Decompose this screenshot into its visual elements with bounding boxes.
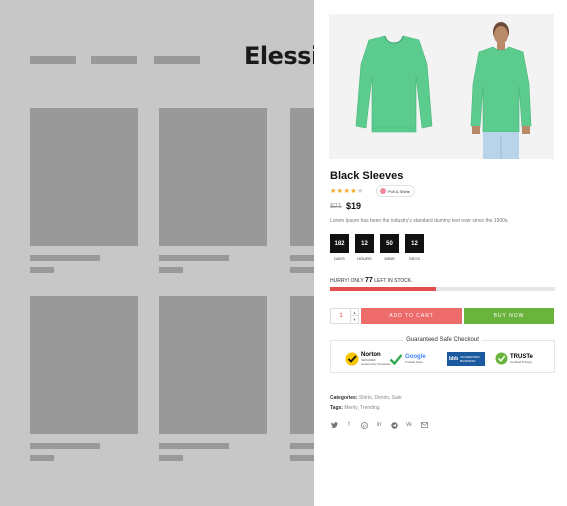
email-icon[interactable] [420, 421, 428, 429]
buy-now-button[interactable]: BUY NOW [464, 308, 554, 324]
category-link[interactable]: Sale [392, 395, 402, 401]
sweater-flat-image [355, 35, 433, 133]
countdown-mins: 50 MINS [380, 234, 399, 261]
pinterest-icon[interactable]: p [360, 421, 368, 429]
linkedin-icon[interactable]: in [375, 421, 383, 429]
variant-swatch[interactable]: Pull & Shirts [376, 185, 415, 197]
google-trusted-badge: Google Trusted Store [389, 350, 426, 367]
product-description: Lorem Ipsum has been the industry's stan… [330, 218, 509, 224]
tag-link[interactable]: Trending [360, 405, 380, 411]
color-dot-icon [380, 188, 386, 194]
countdown-label: MINS [384, 256, 395, 261]
svg-text:p: p [363, 423, 366, 428]
countdown-label: HOURS [357, 256, 372, 261]
countdown-value: 12 [355, 234, 374, 253]
countdown-timer: 182 DAYS 12 HOURS 50 MINS 12 SECS [330, 234, 424, 261]
norton-check-icon [345, 352, 359, 365]
product-tags: Tags: Menly, Trending [330, 405, 380, 411]
product-title: Black Sleeves [330, 170, 404, 182]
product-images [355, 22, 532, 159]
countdown-days: 182 DAYS [330, 234, 349, 261]
stock-progress-fill [330, 287, 436, 291]
countdown-label: DAYS [334, 256, 345, 261]
countdown-value: 182 [330, 234, 349, 253]
variant-label: Pull & Shirts [388, 188, 410, 194]
add-to-cart-button[interactable]: ADD TO CART [361, 308, 462, 324]
bbb-accredited-badge: bbb ACCREDITED BUSINESS [447, 350, 485, 367]
star-empty-icon: ★ [357, 188, 364, 195]
product-gallery[interactable] [329, 14, 554, 159]
category-link[interactable]: Denim [374, 395, 388, 401]
old-price: $21 [330, 203, 342, 210]
star-rating[interactable]: ★★★★★ [330, 187, 364, 195]
norton-badge: Norton SECURED powered by Symantec [345, 350, 391, 367]
product-categories: Categories: Shirts, Denim, Sale [330, 395, 402, 401]
category-link[interactable]: Shirts [359, 395, 372, 401]
quantity-decrease-icon[interactable]: ▼ [350, 316, 358, 323]
star-icon: ★ [336, 188, 344, 195]
facebook-icon[interactable]: f [345, 421, 353, 429]
countdown-label: SECS [409, 256, 420, 261]
quantity-stepper[interactable]: 1 ▲ ▼ [330, 308, 359, 324]
telegram-icon[interactable] [390, 421, 398, 429]
truste-check-icon [495, 352, 508, 365]
model-photo [470, 22, 532, 159]
quantity-increase-icon[interactable]: ▲ [350, 309, 358, 316]
truste-badge: TRUSTe Certified Privacy [495, 350, 533, 367]
stock-progress-bar [330, 287, 555, 291]
quantity-input[interactable]: 1 [331, 309, 351, 323]
vk-icon[interactable]: vk [405, 421, 413, 429]
safe-checkout-title: Guaranteed Safe Checkout [403, 337, 482, 343]
countdown-value: 50 [380, 234, 399, 253]
star-icon: ★ [330, 188, 337, 195]
bbb-logo-icon: bbb [449, 355, 459, 362]
social-share: f p in vk [330, 421, 428, 429]
countdown-secs: 12 SECS [405, 234, 424, 261]
stock-message: HURRY! ONLY 77 LEFT IN STOCK. [330, 277, 413, 284]
current-price: $19 [346, 201, 362, 211]
countdown-value: 12 [405, 234, 424, 253]
safe-checkout-box: Guaranteed Safe Checkout Norton SECURED … [330, 337, 555, 373]
countdown-hours: 12 HOURS [355, 234, 374, 261]
twitter-icon[interactable] [330, 421, 338, 429]
quick-view-panel: Black Sleeves ★★★★★ Pull & Shirts $21 $1… [314, 0, 567, 506]
stock-count: 77 [365, 277, 373, 284]
tag-link[interactable]: Menly [344, 405, 357, 411]
google-check-icon [389, 353, 403, 365]
